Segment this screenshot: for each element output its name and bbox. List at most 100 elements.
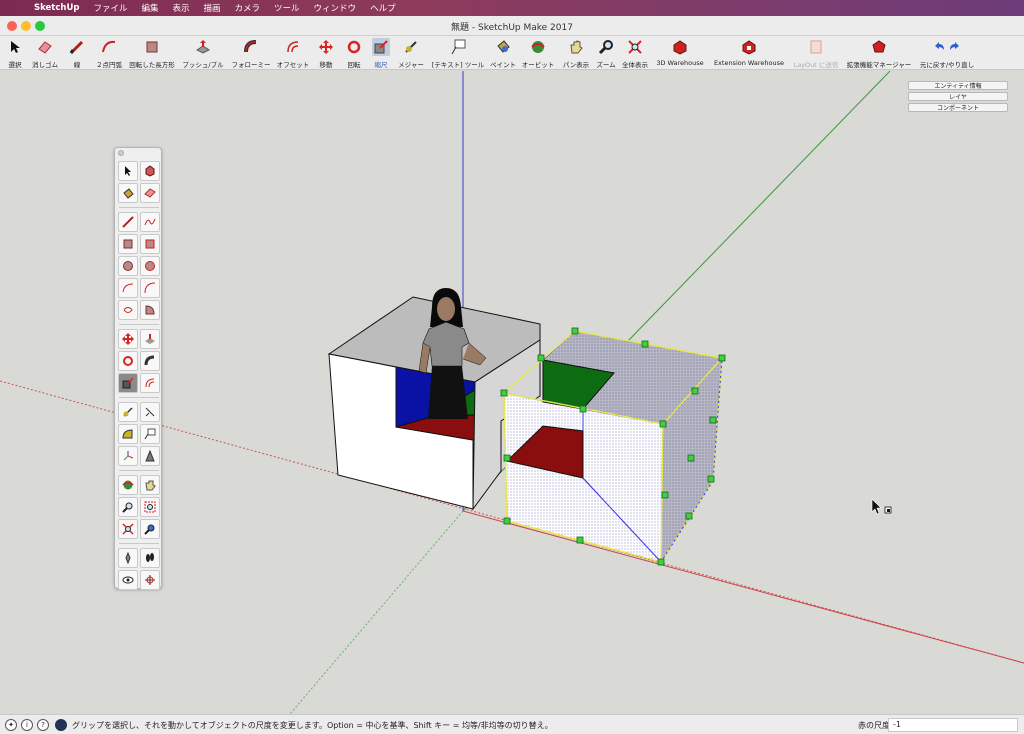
offset-icon [284, 38, 302, 56]
palette-dimension-button[interactable] [140, 402, 160, 422]
text-icon [449, 38, 467, 56]
scale-icon [372, 38, 390, 56]
tape-measure-icon [402, 38, 420, 56]
menu-camera[interactable]: カメラ [235, 2, 261, 14]
palette-offset-button[interactable] [140, 373, 160, 393]
orbit-icon [529, 38, 547, 56]
palette-walk-button[interactable] [140, 548, 160, 568]
palette-3point-arc-button[interactable] [118, 300, 138, 320]
palette-move-button[interactable] [118, 329, 138, 349]
palette-zoom-button[interactable] [118, 497, 138, 517]
menu-tools[interactable]: ツール [274, 2, 300, 14]
rotate-tool-button[interactable]: 回転 [340, 36, 368, 70]
menu-app-name[interactable]: SketchUp [34, 3, 79, 13]
move-tool-button[interactable]: 移動 [312, 36, 340, 70]
menu-edit[interactable]: 編集 [141, 2, 158, 14]
eraser-tool-button[interactable]: 消しゴム [28, 36, 62, 70]
info-icon[interactable]: i [21, 719, 33, 731]
palette-2point-arc-button[interactable] [140, 278, 160, 298]
tray-entity-info[interactable]: エンティティ情報 [908, 81, 1008, 90]
undo-redo-button[interactable]: 元に戻す/やり直し [916, 36, 978, 70]
red-axis [462, 510, 1024, 664]
palette-polygon-button[interactable] [140, 256, 160, 276]
pencil-icon [68, 38, 86, 56]
orbit-tool-button[interactable]: オービット [520, 36, 556, 70]
palette-freehand-button[interactable] [140, 212, 160, 232]
tool-palette [114, 147, 162, 590]
palette-arc-button[interactable] [118, 278, 138, 298]
menu-window[interactable]: ウィンドウ [314, 2, 357, 14]
instructor-icon[interactable]: ? [37, 719, 49, 731]
undo-redo-icon [932, 38, 962, 56]
status-bar: ✦ i ? グリップを選択し、それを動かしてオブジェクトの尺度を変更します。Op… [0, 714, 1024, 734]
extension-warehouse-button[interactable]: Extension Warehouse [710, 36, 788, 70]
select-tool-button[interactable]: 選択 [2, 36, 28, 70]
offset-tool-button[interactable]: オフセット [276, 36, 310, 70]
palette-axes-button[interactable] [118, 446, 138, 466]
palette-pushpull-button[interactable] [140, 329, 160, 349]
palette-look-around-button[interactable] [118, 570, 138, 590]
palette-select-button[interactable] [118, 161, 138, 181]
rotated-rectangle-tool-button[interactable]: 回転した長方形 [128, 36, 176, 70]
push-pull-icon [194, 38, 212, 56]
palette-paint-button[interactable] [118, 183, 138, 203]
tray-components[interactable]: コンポーネント [908, 103, 1008, 112]
palette-pie-button[interactable] [140, 300, 160, 320]
push-pull-tool-button[interactable]: プッシュ/プル [180, 36, 226, 70]
rectangle-icon [143, 38, 161, 56]
tape-measure-tool-button[interactable]: メジャー [396, 36, 426, 70]
model-viewport[interactable]: エンティティ情報 レイヤ コンポーネント [0, 71, 1024, 714]
palette-followme-button[interactable] [140, 351, 160, 371]
line-tool-button[interactable]: 線 [64, 36, 90, 70]
measurements-input[interactable]: -1 [888, 718, 1018, 732]
palette-tape-button[interactable] [118, 402, 138, 422]
menu-view[interactable]: 表示 [172, 2, 189, 14]
text-tool-button[interactable]: [テキスト] ツール [428, 36, 488, 70]
extension-manager-button[interactable]: 拡張機能マネージャー [844, 36, 914, 70]
menu-file[interactable]: ファイル [93, 2, 127, 14]
green-axis-negative [289, 510, 464, 714]
menu-help[interactable]: ヘルプ [370, 2, 396, 14]
geolocation-icon[interactable]: ✦ [5, 719, 17, 731]
window-titlebar: 無題 - SketchUp Make 2017 [0, 16, 1024, 36]
palette-section-button[interactable] [140, 570, 160, 590]
paint-bucket-tool-button[interactable]: ペイント [488, 36, 518, 70]
palette-eraser-button[interactable] [140, 183, 160, 203]
palette-pan-button[interactable] [140, 475, 160, 495]
palette-zoom-window-button[interactable] [140, 497, 160, 517]
palette-circle-button[interactable] [118, 256, 138, 276]
follow-me-tool-button[interactable]: フォローミー [228, 36, 274, 70]
palette-previous-view-button[interactable] [140, 519, 160, 539]
zoom-extents-tool-button[interactable]: 全体表示 [620, 36, 650, 70]
extension-warehouse-icon [740, 38, 758, 56]
palette-scale-button[interactable] [118, 373, 138, 393]
scale-tool-button[interactable]: 縮尺 [368, 36, 394, 70]
palette-rotate-button[interactable] [118, 351, 138, 371]
extension-manager-icon [870, 38, 888, 56]
palette-text-button[interactable] [140, 424, 160, 444]
user-icon[interactable] [55, 719, 67, 731]
move-arrows-icon [317, 38, 335, 56]
pan-tool-button[interactable]: パン表示 [558, 36, 594, 70]
window-title: 無題 - SketchUp Make 2017 [451, 23, 573, 33]
palette-line-button[interactable] [118, 212, 138, 232]
menu-draw[interactable]: 描画 [204, 2, 221, 14]
palette-position-camera-button[interactable] [118, 548, 138, 568]
scale-cursor-icon [871, 498, 892, 515]
layout-icon [807, 38, 825, 56]
palette-component-button[interactable] [140, 161, 160, 181]
palette-orbit-button[interactable] [118, 475, 138, 495]
arc-icon [100, 38, 118, 56]
arc-tool-button[interactable]: ２点円弧 [92, 36, 126, 70]
palette-close-button[interactable] [118, 150, 124, 156]
3d-warehouse-button[interactable]: 3D Warehouse [652, 36, 708, 70]
palette-rectangle-button[interactable] [118, 234, 138, 254]
tray-layers[interactable]: レイヤ [908, 92, 1008, 101]
zoom-tool-button[interactable]: ズーム [594, 36, 618, 70]
palette-rotated-rectangle-button[interactable] [140, 234, 160, 254]
palette-protractor-button[interactable] [118, 424, 138, 444]
palette-zoom-extents-button[interactable] [118, 519, 138, 539]
palette-3d-text-button[interactable] [140, 446, 160, 466]
send-to-layout-button[interactable]: LayOut に送信 [790, 36, 842, 70]
zoom-extents-icon [626, 38, 644, 56]
